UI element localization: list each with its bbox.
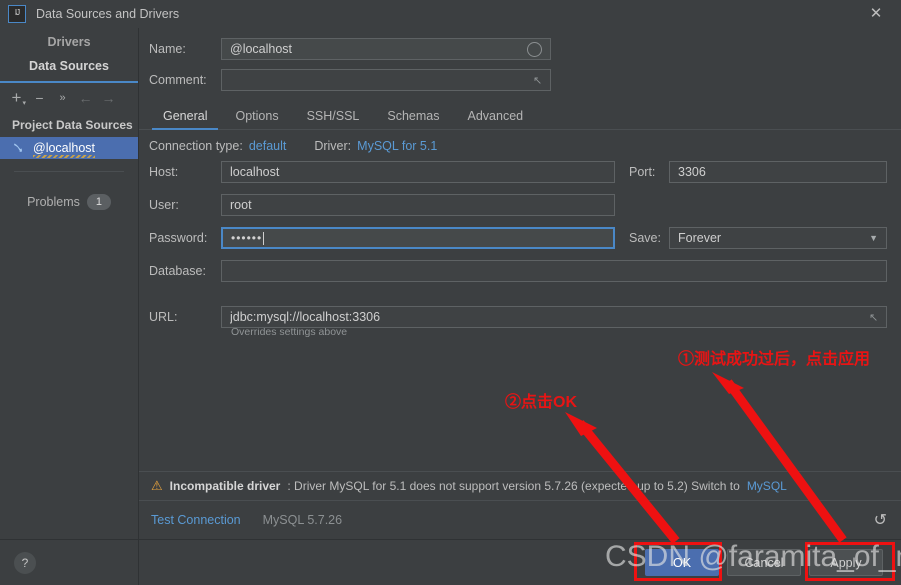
chevron-down-icon: ▾ [22,99,26,107]
comment-input-text[interactable] [230,73,533,87]
url-input-text[interactable] [230,310,869,324]
warning-message: : Driver MySQL for 5.1 does not support … [287,479,740,493]
sidebar-tabs: Drivers Data Sources [0,28,138,83]
comment-row: Comment: ↗ [149,69,887,91]
user-input[interactable] [221,194,615,216]
navigate-forward-button[interactable]: → [98,89,119,108]
sidebar-item-localhost[interactable]: @localhost [0,137,138,159]
window-title: Data Sources and Drivers [36,7,180,21]
warning-triangle-icon: ⚠ [151,478,163,493]
refresh-icon[interactable]: ↺ [874,510,887,530]
help-button[interactable]: ? [14,551,36,574]
database-row: Database: [149,260,887,282]
ok-button[interactable]: OK [645,549,719,576]
password-input[interactable]: •••••• [221,227,615,249]
server-version-label: MySQL 5.7.26 [262,513,343,527]
sidebar: Drivers Data Sources + ▾ − » ← → Project… [0,28,139,585]
close-icon[interactable]: ✕ [865,4,887,24]
database-input[interactable] [221,260,887,282]
user-label: User: [149,198,179,212]
host-input-text[interactable] [230,165,606,179]
connection-info-row: Connection type: default Driver: MySQL f… [139,130,901,159]
mysql-dolphin-icon [14,143,23,152]
switch-driver-link[interactable]: MySQL [747,479,787,493]
more-options-button[interactable]: » [52,89,73,108]
comment-label: Comment: [149,73,207,87]
minus-icon: − [35,90,44,106]
expand-editor-icon[interactable]: ↗ [533,74,542,87]
connection-type-label: Connection type: [149,139,243,153]
warning-title: Incompatible driver [169,479,281,493]
save-dropdown-value: Forever [678,231,722,245]
arrow-left-icon: ← [78,90,93,106]
header-form: Name: Comment: ↗ [139,28,901,100]
test-connection-row: Test Connection MySQL 5.7.26 ↺ [139,501,901,539]
name-input-text[interactable] [230,42,527,56]
connection-fields: Host: Port: User: [139,159,901,338]
sidebar-footer: ? [0,539,138,585]
url-label: URL: [149,310,178,324]
sidebar-divider [14,171,124,172]
tab-advanced[interactable]: Advanced [454,104,538,130]
tab-ssh-ssl[interactable]: SSH/SSL [293,104,374,130]
data-sources-dialog: IJ Data Sources and Drivers ✕ Drivers Da… [0,0,901,585]
plus-icon: + [11,88,22,107]
chevron-down-icon: ▼ [869,233,878,243]
user-row: User: [149,194,887,216]
navigate-back-button[interactable]: ← [75,89,96,108]
apply-button[interactable]: Apply [809,549,883,576]
comment-input[interactable]: ↗ [221,69,551,91]
sidebar-item-label: @localhost [33,141,96,158]
name-row: Name: [149,38,887,60]
settings-tabs: General Options SSH/SSL Schemas Advanced [139,100,901,130]
connection-type-value[interactable]: default [249,139,287,153]
test-connection-link[interactable]: Test Connection [151,513,241,527]
sidebar-toolbar: + ▾ − » ← → [0,83,138,112]
password-masked-value: •••••• [231,231,263,245]
user-input-text[interactable] [230,198,606,212]
host-label: Host: [149,165,179,179]
add-data-source-button[interactable]: + ▾ [6,89,27,108]
name-input[interactable] [221,38,551,60]
database-input-text[interactable] [230,264,878,278]
warning-bar: ⚠ Incompatible driver : Driver MySQL for … [139,471,901,501]
dialog-body: Drivers Data Sources + ▾ − » ← → Project… [0,28,901,585]
port-input-text[interactable] [678,165,878,179]
password-row: Password: •••••• Save: Forever ▼ [149,227,887,249]
double-chevron-right-icon: » [59,92,66,104]
port-label: Port: [629,165,656,179]
tab-options[interactable]: Options [221,104,292,130]
project-data-sources-group-title: Project Data Sources [12,118,133,132]
status-circle-icon [527,41,542,57]
host-input[interactable] [221,161,615,183]
driver-label: Driver: [314,139,352,153]
url-row: URL: ↗ [149,306,887,328]
password-label: Password: [149,231,208,245]
intellij-logo-icon: IJ [8,5,26,23]
host-port-row: Host: Port: [149,161,887,183]
save-label: Save: [629,231,661,245]
driver-value[interactable]: MySQL for 5.1 [357,139,437,153]
url-input[interactable]: ↗ [221,306,887,328]
expand-editor-icon[interactable]: ↗ [869,311,878,324]
arrow-right-icon: → [101,90,116,106]
name-label: Name: [149,42,186,56]
problems-label: Problems [27,195,80,209]
problems-count-badge: 1 [86,194,111,210]
sidebar-problems[interactable]: Problems 1 [0,194,138,210]
tab-general[interactable]: General [149,104,221,130]
sidebar-tab-drivers[interactable]: Drivers [0,30,138,54]
title-bar: IJ Data Sources and Drivers ✕ [0,0,901,28]
remove-data-source-button[interactable]: − [29,89,50,108]
tab-schemas[interactable]: Schemas [373,104,453,130]
cancel-button[interactable]: Cancel [727,549,801,576]
main-panel: Name: Comment: ↗ General Options [139,28,901,585]
text-caret [263,231,265,245]
sidebar-tab-data-sources[interactable]: Data Sources [0,54,138,78]
dialog-button-bar: OK Cancel Apply [139,539,901,585]
port-input[interactable] [669,161,887,183]
save-dropdown[interactable]: Forever ▼ [669,227,887,249]
database-label: Database: [149,264,206,278]
